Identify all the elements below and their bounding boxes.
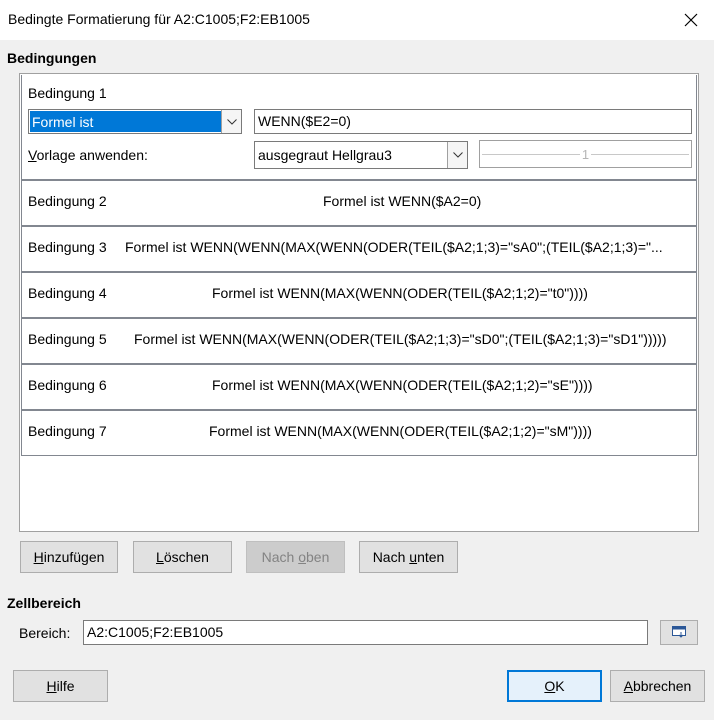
- chevron-down-icon[interactable]: [221, 110, 241, 133]
- formula-input[interactable]: WENN($E2=0): [254, 109, 692, 134]
- condition-label: Bedingung 7: [28, 423, 107, 439]
- condition-label: Bedingung 4: [28, 285, 107, 301]
- apply-style-label: Vorlage anwenden:: [28, 147, 148, 163]
- chevron-down-icon[interactable]: [447, 142, 467, 168]
- condition-6[interactable]: Bedingung 6 Formel ist WENN(MAX(WENN(ODE…: [21, 364, 697, 410]
- range-input[interactable]: A2:C1005;F2:EB1005: [83, 620, 648, 645]
- condition-3[interactable]: Bedingung 3 Formel ist WENN(WENN(MAX(WEN…: [21, 226, 697, 272]
- title-bar: Bedingte Formatierung für A2:C1005;F2:EB…: [0, 0, 714, 40]
- condition-7[interactable]: Bedingung 7 Formel ist WENN(MAX(WENN(ODE…: [21, 410, 697, 456]
- help-button[interactable]: Hilfe: [13, 670, 108, 702]
- range-label: Bereich:: [19, 625, 71, 641]
- move-up-button[interactable]: Nach o ben: [246, 541, 345, 573]
- condition-description: Formel ist WENN($A2=0): [323, 193, 482, 209]
- condition-label: Bedingung 5: [28, 331, 107, 347]
- cell-range-section-title: Zellbereich: [7, 595, 81, 611]
- condition-label: Bedingung 3: [28, 239, 107, 255]
- conditions-section-title: Bedingungen: [7, 50, 97, 66]
- condition-label: Bedingung 2: [28, 193, 107, 209]
- shrink-icon: [672, 625, 686, 641]
- close-icon[interactable]: [668, 0, 714, 40]
- condition-label: Bedingung 6: [28, 377, 107, 393]
- ok-button[interactable]: OK: [507, 670, 602, 702]
- shrink-dialog-button[interactable]: [660, 620, 698, 645]
- conditions-list[interactable]: Bedingung 1 Formel ist WENN($E2=0) Vorla…: [19, 73, 699, 532]
- style-select[interactable]: ausgegraut Hellgrau3: [254, 141, 468, 169]
- condition-label: Bedingung 1: [28, 85, 107, 101]
- condition-description: Formel ist WENN(MAX(WENN(ODER(TEIL($A2;1…: [212, 285, 588, 301]
- condition-type-select[interactable]: Formel ist: [28, 109, 242, 134]
- condition-1[interactable]: Bedingung 1 Formel ist WENN($E2=0) Vorla…: [21, 75, 697, 180]
- condition-description: Formel ist WENN(WENN(MAX(WENN(ODER(TEIL(…: [125, 239, 663, 255]
- window-title: Bedingte Formatierung für A2:C1005;F2:EB…: [8, 11, 310, 27]
- cancel-button[interactable]: Abbrechen: [610, 670, 705, 702]
- condition-5[interactable]: Bedingung 5 Formel ist WENN(MAX(WENN(ODE…: [21, 318, 697, 364]
- style-preview: 1: [479, 140, 692, 168]
- condition-description: Formel ist WENN(MAX(WENN(ODER(TEIL($A2;1…: [209, 423, 592, 439]
- move-down-button[interactable]: Nach u nten: [359, 541, 458, 573]
- delete-condition-button[interactable]: Löschen: [133, 541, 232, 573]
- add-condition-button[interactable]: Hinzufügen: [20, 541, 118, 573]
- preview-text: 1: [581, 146, 590, 162]
- condition-description: Formel ist WENN(MAX(WENN(ODER(TEIL($A2;1…: [212, 377, 593, 393]
- condition-type-value: Formel ist: [30, 111, 221, 132]
- condition-4[interactable]: Bedingung 4 Formel ist WENN(MAX(WENN(ODE…: [21, 272, 697, 318]
- condition-description: Formel ist WENN(MAX(WENN(ODER(TEIL($A2;1…: [134, 331, 667, 347]
- condition-2[interactable]: Bedingung 2 Formel ist WENN($A2=0): [21, 180, 697, 226]
- style-value: ausgegraut Hellgrau3: [258, 147, 392, 163]
